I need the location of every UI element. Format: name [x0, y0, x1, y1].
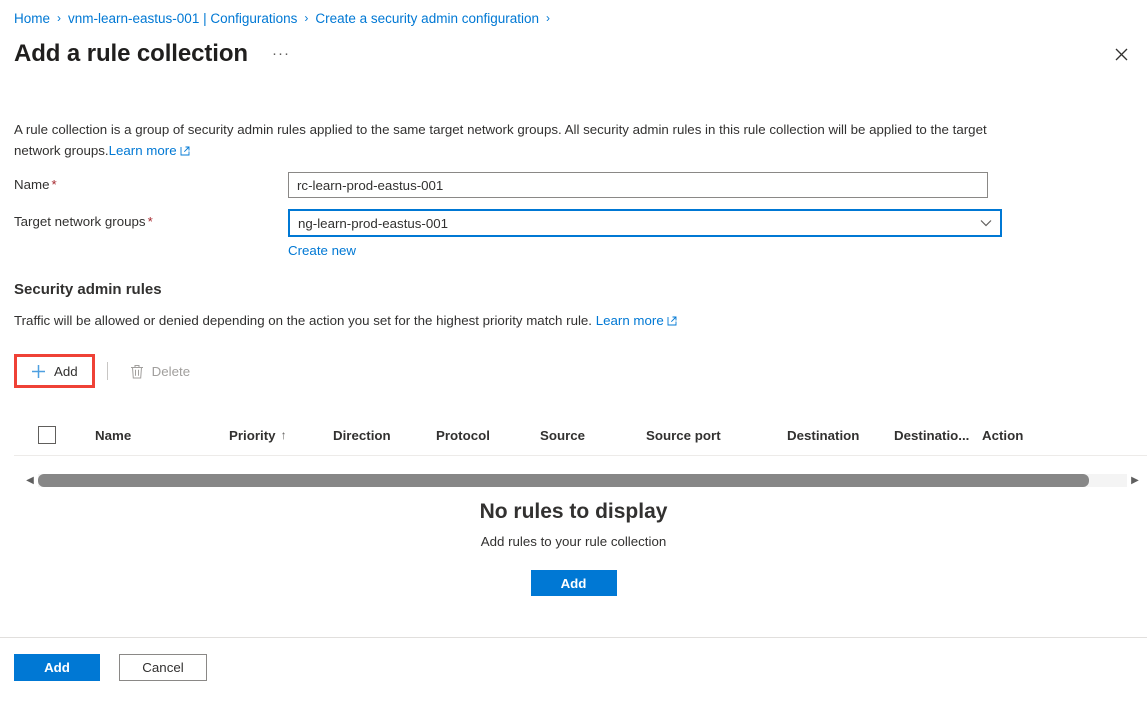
close-button[interactable]	[1105, 38, 1137, 70]
select-all-checkbox[interactable]	[38, 426, 56, 444]
column-header-priority[interactable]: Priority ↑	[229, 428, 333, 443]
footer-add-button[interactable]: Add	[14, 654, 100, 681]
external-link-icon	[667, 316, 677, 326]
command-bar: Add Delete	[14, 354, 200, 388]
subtitle-text: Traffic will be allowed or denied depend…	[14, 313, 593, 328]
breadcrumb-item-configurations[interactable]: vnm-learn-eastus-001 | Configurations	[68, 11, 297, 26]
security-admin-rules-heading: Security admin rules	[14, 281, 162, 298]
empty-state-title: No rules to display	[479, 500, 668, 523]
learn-more-label: Learn more	[595, 313, 664, 328]
scrollbar-thumb[interactable]	[38, 474, 1089, 487]
chevron-down-icon	[980, 219, 992, 227]
scrollbar-track[interactable]	[38, 474, 1127, 487]
column-header-name[interactable]: Name	[95, 428, 229, 443]
footer-actions: Add Cancel	[14, 654, 207, 681]
plus-icon	[31, 364, 46, 379]
scroll-left-arrow-icon[interactable]: ◀	[24, 475, 36, 486]
learn-more-label: Learn more	[108, 143, 177, 158]
column-header-action[interactable]: Action	[982, 428, 1062, 443]
create-new-link[interactable]: Create new	[288, 243, 356, 258]
sort-ascending-icon: ↑	[280, 428, 287, 442]
name-label-text: Name	[14, 177, 50, 192]
target-network-groups-label-text: Target network groups	[14, 214, 146, 229]
page-title: Add a rule collection	[14, 40, 248, 67]
target-network-groups-label: Target network groups *	[14, 209, 288, 230]
name-label: Name *	[14, 172, 288, 193]
title-row: Add a rule collection ···	[14, 37, 1133, 71]
breadcrumb: Home › vnm-learn-eastus-001 | Configurat…	[14, 8, 557, 28]
security-admin-rules-subtitle: Traffic will be allowed or denied depend…	[14, 313, 677, 328]
breadcrumb-item-create-security-admin-configuration[interactable]: Create a security admin configuration	[315, 11, 539, 26]
footer-cancel-button[interactable]: Cancel	[119, 654, 207, 681]
column-header-protocol[interactable]: Protocol	[436, 428, 540, 443]
delete-rule-button-label: Delete	[151, 363, 191, 379]
table-header-row: Name Priority ↑ Direction Protocol Sourc…	[14, 415, 1147, 456]
more-menu-button[interactable]: ···	[266, 46, 296, 61]
form-row-target-network-groups: Target network groups * ng-learn-prod-eas…	[14, 209, 1002, 260]
section-learn-more-link[interactable]: Learn more	[596, 313, 677, 328]
column-header-direction[interactable]: Direction	[333, 428, 436, 443]
breadcrumb-item-home[interactable]: Home	[14, 11, 50, 26]
close-icon	[1115, 48, 1127, 60]
empty-state-add-button[interactable]: Add	[530, 570, 617, 596]
column-header-priority-label: Priority	[229, 427, 276, 443]
required-indicator: *	[147, 214, 153, 229]
breadcrumb-separator: ›	[304, 11, 309, 25]
form-row-name: Name *	[14, 172, 988, 198]
column-header-destination[interactable]: Destination	[787, 428, 894, 443]
column-header-destination-port[interactable]: Destinatio...	[894, 428, 982, 443]
description-text: A rule collection is a group of security…	[14, 119, 1006, 161]
breadcrumb-separator: ›	[546, 11, 551, 25]
column-header-source[interactable]: Source	[540, 428, 646, 443]
empty-state-subtitle: Add rules to your rule collection	[480, 534, 667, 549]
command-bar-divider	[106, 362, 108, 380]
external-link-icon	[180, 146, 190, 156]
scroll-right-arrow-icon[interactable]: ▶	[1129, 475, 1141, 486]
column-header-source-port[interactable]: Source port	[646, 428, 787, 443]
horizontal-scrollbar[interactable]: ◀ ▶	[24, 472, 1141, 489]
breadcrumb-separator: ›	[57, 11, 62, 25]
add-rule-button[interactable]: Add	[14, 354, 95, 388]
delete-rule-button[interactable]: Delete	[120, 355, 200, 387]
target-network-groups-wrap: ng-learn-prod-eastus-001 Create new	[288, 209, 1002, 260]
name-input[interactable]	[288, 172, 988, 198]
target-network-groups-value: ng-learn-prod-eastus-001	[298, 215, 449, 231]
empty-state: No rules to display Add rules to your ru…	[0, 500, 1147, 596]
footer-divider	[0, 637, 1147, 638]
required-indicator: *	[51, 177, 57, 192]
rules-table: Name Priority ↑ Direction Protocol Sourc…	[14, 415, 1147, 456]
description-learn-more-link[interactable]: Learn more	[109, 143, 190, 158]
trash-icon	[130, 364, 144, 379]
add-rule-button-label: Add	[54, 363, 78, 379]
select-all-cell	[38, 426, 95, 444]
target-network-groups-dropdown[interactable]: ng-learn-prod-eastus-001	[288, 209, 1002, 237]
